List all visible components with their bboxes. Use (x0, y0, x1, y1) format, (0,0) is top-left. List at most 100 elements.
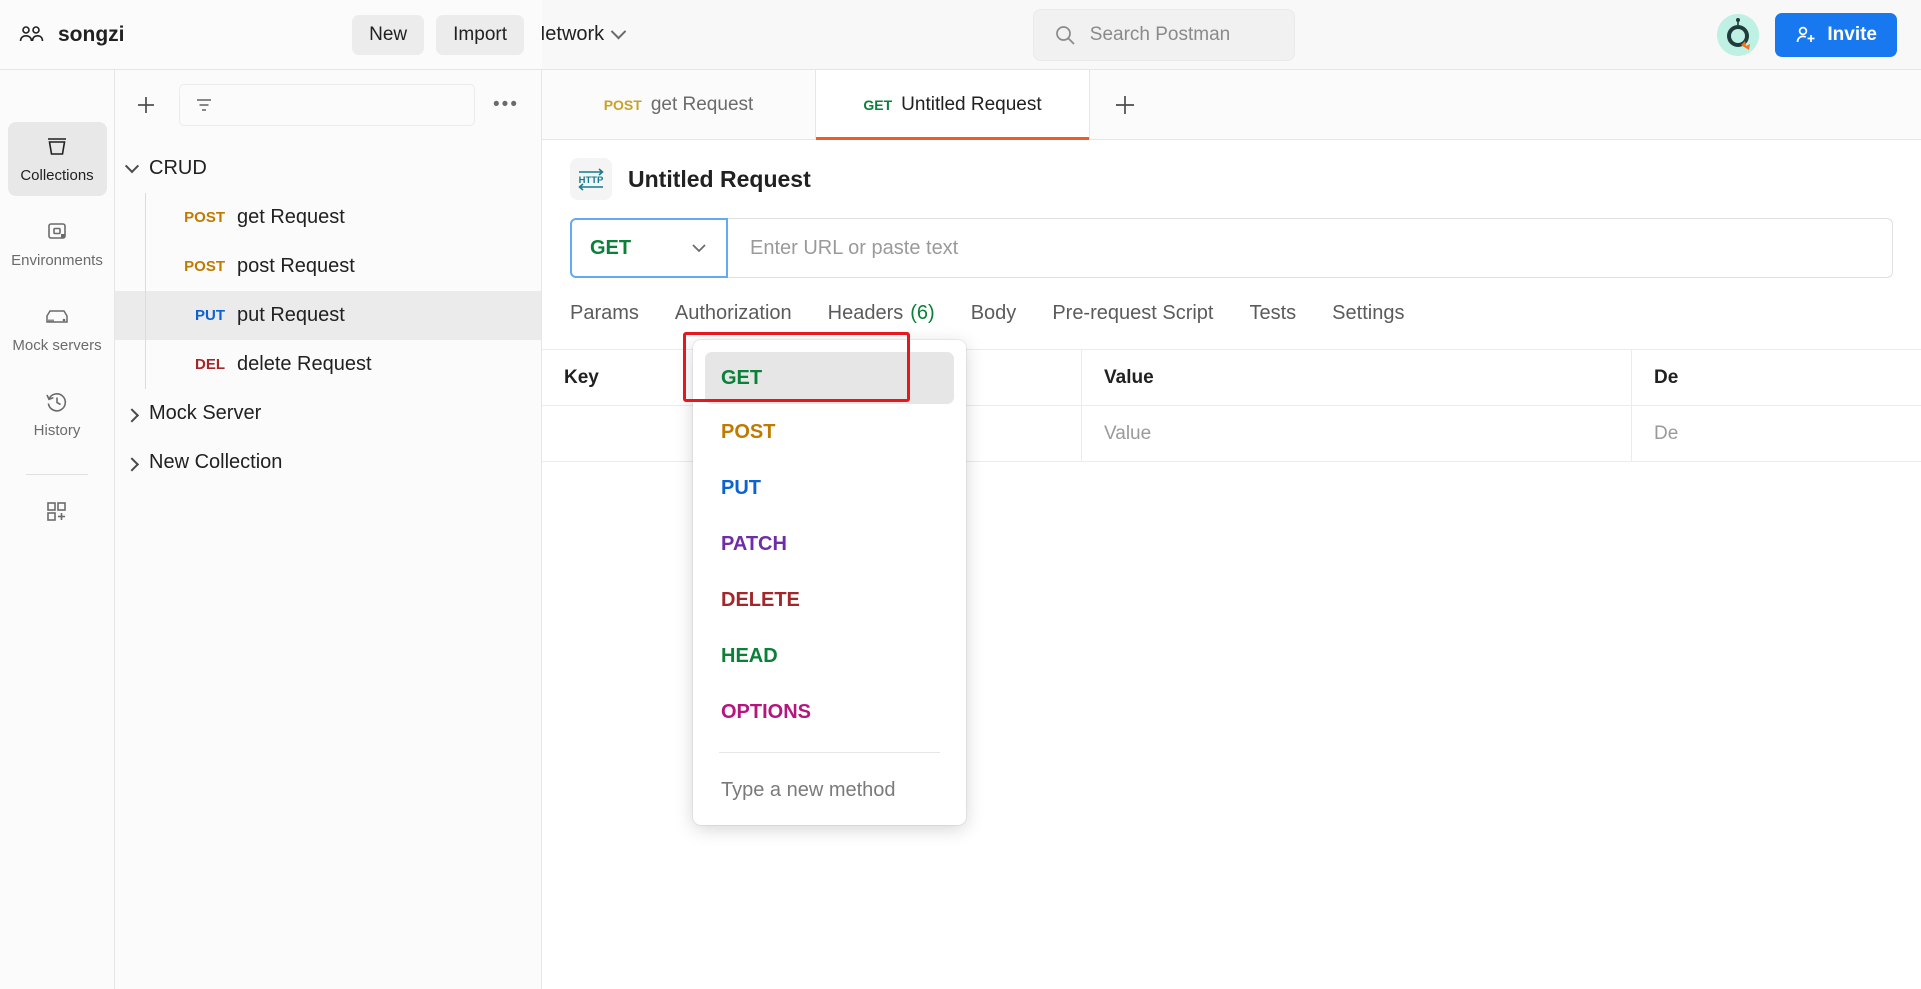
tab-tests-label: Tests (1249, 302, 1297, 324)
workspace-name: songzi (58, 22, 125, 46)
invite-label: Invite (1827, 23, 1877, 45)
tab-headers-count: (6) (910, 302, 935, 324)
table-header-description: De (1654, 366, 1679, 388)
filter-icon (197, 99, 211, 111)
method-option-options[interactable]: OPTIONS (693, 684, 966, 740)
method-option-delete-label: DELETE (721, 588, 800, 611)
tab-params-label: Params (570, 302, 639, 324)
chevron-down-icon[interactable] (115, 158, 149, 174)
page-title: Untitled Request (628, 165, 811, 192)
collections-sidebar: songzi New Import ••• CRUD POST get Requ… (0, 0, 542, 989)
tab-label: Untitled Request (901, 93, 1042, 115)
request-tab-untitled-request[interactable]: GET Untitled Request (816, 70, 1090, 140)
tab-headers[interactable]: Headers (6) (810, 278, 953, 350)
collections-icon (48, 138, 66, 155)
tree-item-new-collection-label: New Collection (149, 451, 283, 473)
method-badge: POST (184, 258, 225, 275)
tab-headers-label: Headers (827, 302, 904, 324)
url-row: GET Enter URL or paste text (542, 218, 1921, 278)
sidebar-item-collections-label: Collections (20, 167, 94, 184)
method-badge: DEL (195, 356, 225, 373)
method-option-get[interactable]: GET (705, 352, 954, 404)
sidebar-item-mock-servers-label: Mock servers (12, 337, 102, 354)
new-tab-plus-icon[interactable] (1090, 70, 1160, 139)
search-icon (1055, 25, 1075, 45)
method-badge: PUT (195, 307, 225, 324)
tree-guide-line (145, 340, 146, 389)
method-badge: POST (184, 209, 225, 226)
sidebar-item-environments-label: Environments (11, 252, 103, 269)
tree-request-put-request[interactable]: PUT put Request (115, 291, 541, 340)
tab-settings[interactable]: Settings (1314, 278, 1422, 350)
tree-request-delete-request[interactable]: DEL delete Request (115, 340, 541, 389)
import-button-label: Import (453, 23, 507, 45)
method-option-delete[interactable]: DELETE (693, 572, 966, 628)
tab-params[interactable]: Params (570, 278, 657, 350)
tree-request-label: post Request (237, 255, 355, 277)
tree-item-new-collection[interactable]: New Collection (115, 438, 541, 487)
method-option-put[interactable]: PUT (693, 460, 966, 516)
url-placeholder: Enter URL or paste text (750, 236, 959, 259)
method-option-head[interactable]: HEAD (693, 628, 966, 684)
tab-body[interactable]: Body (953, 278, 1035, 350)
tree-request-label: delete Request (237, 353, 372, 375)
method-option-put-label: PUT (721, 476, 761, 499)
tree-item-crud[interactable]: CRUD (115, 144, 541, 193)
sidebar-item-history-label: History (33, 422, 81, 439)
svg-text:HTTP: HTTP (579, 175, 604, 186)
method-option-head-label: HEAD (721, 644, 778, 667)
method-option-patch[interactable]: PATCH (693, 516, 966, 572)
tab-method-badge: POST (603, 96, 642, 113)
chevron-right-icon[interactable] (115, 407, 149, 422)
grid-plus-icon[interactable] (32, 489, 82, 533)
import-button[interactable]: Import (436, 14, 524, 55)
table-cell-value[interactable]: Value (1082, 405, 1632, 462)
tree-request-label: get Request (237, 206, 345, 228)
more-horizontal-icon[interactable]: ••• (489, 94, 523, 116)
chevron-down-icon (692, 244, 706, 253)
mock-servers-icon (46, 310, 68, 323)
request-tab-bar: POST get Request GET Untitled Request (542, 70, 1921, 140)
sidebar-item-history[interactable]: History (8, 377, 107, 451)
tab-authorization[interactable]: Authorization (657, 278, 810, 350)
postman-app: Home Workspaces API Network Search Postm… (0, 0, 1921, 989)
new-button[interactable]: New (352, 14, 425, 55)
table-header-value: Value (1082, 349, 1632, 406)
new-method-input[interactable]: Type a new method (693, 765, 966, 815)
http-badge-icon: HTTP (570, 158, 612, 200)
method-option-post[interactable]: POST (693, 404, 966, 460)
tree-guide-line (145, 291, 146, 340)
sidebar-item-collections[interactable]: Collections (7, 122, 107, 196)
tree-item-mock-server[interactable]: Mock Server (115, 389, 541, 438)
method-select-label: GET (590, 236, 632, 259)
method-option-options-label: OPTIONS (721, 700, 812, 723)
new-method-placeholder: Type a new method (721, 778, 896, 801)
invite-button[interactable]: Invite (1775, 12, 1897, 57)
add-collection-icon[interactable] (127, 86, 165, 124)
dropdown-divider (719, 752, 940, 753)
method-select[interactable]: GET (570, 218, 728, 278)
table-cell-description[interactable]: De (1632, 406, 1921, 462)
environments-icon (48, 223, 66, 239)
avatar[interactable] (1717, 13, 1760, 56)
url-input[interactable]: Enter URL or paste text (728, 218, 1893, 278)
request-header: HTTP Untitled Request (542, 140, 1921, 218)
method-option-patch-label: PATCH (721, 532, 787, 555)
method-option-get-label: GET (721, 366, 763, 389)
tree-item-mock-server-label: Mock Server (149, 402, 262, 424)
workspace-header: songzi New Import (0, 0, 542, 70)
search-input[interactable]: Search Postman (1032, 8, 1295, 61)
chevron-right-icon[interactable] (115, 456, 149, 471)
tree-request-post-request[interactable]: POST post Request (115, 242, 541, 291)
sidebar-item-environments[interactable]: Environments (8, 207, 107, 281)
left-rail: Collections Environments Mock servers Hi… (0, 70, 115, 989)
user-plus-icon (1797, 26, 1815, 42)
method-dropdown: GET POST PUT PATCH DELETE HEAD OPTIONS T… (693, 340, 966, 825)
sidebar-item-mock-servers[interactable]: Mock servers (8, 292, 107, 366)
filter-input[interactable] (179, 84, 475, 126)
sidebar-toolbar: ••• (115, 70, 541, 140)
tab-pre-request-script[interactable]: Pre-request Script (1034, 278, 1231, 350)
tab-tests[interactable]: Tests (1231, 278, 1314, 350)
tree-request-get-request[interactable]: POST get Request (115, 193, 541, 242)
request-tab-get-request[interactable]: POST get Request (542, 70, 816, 139)
